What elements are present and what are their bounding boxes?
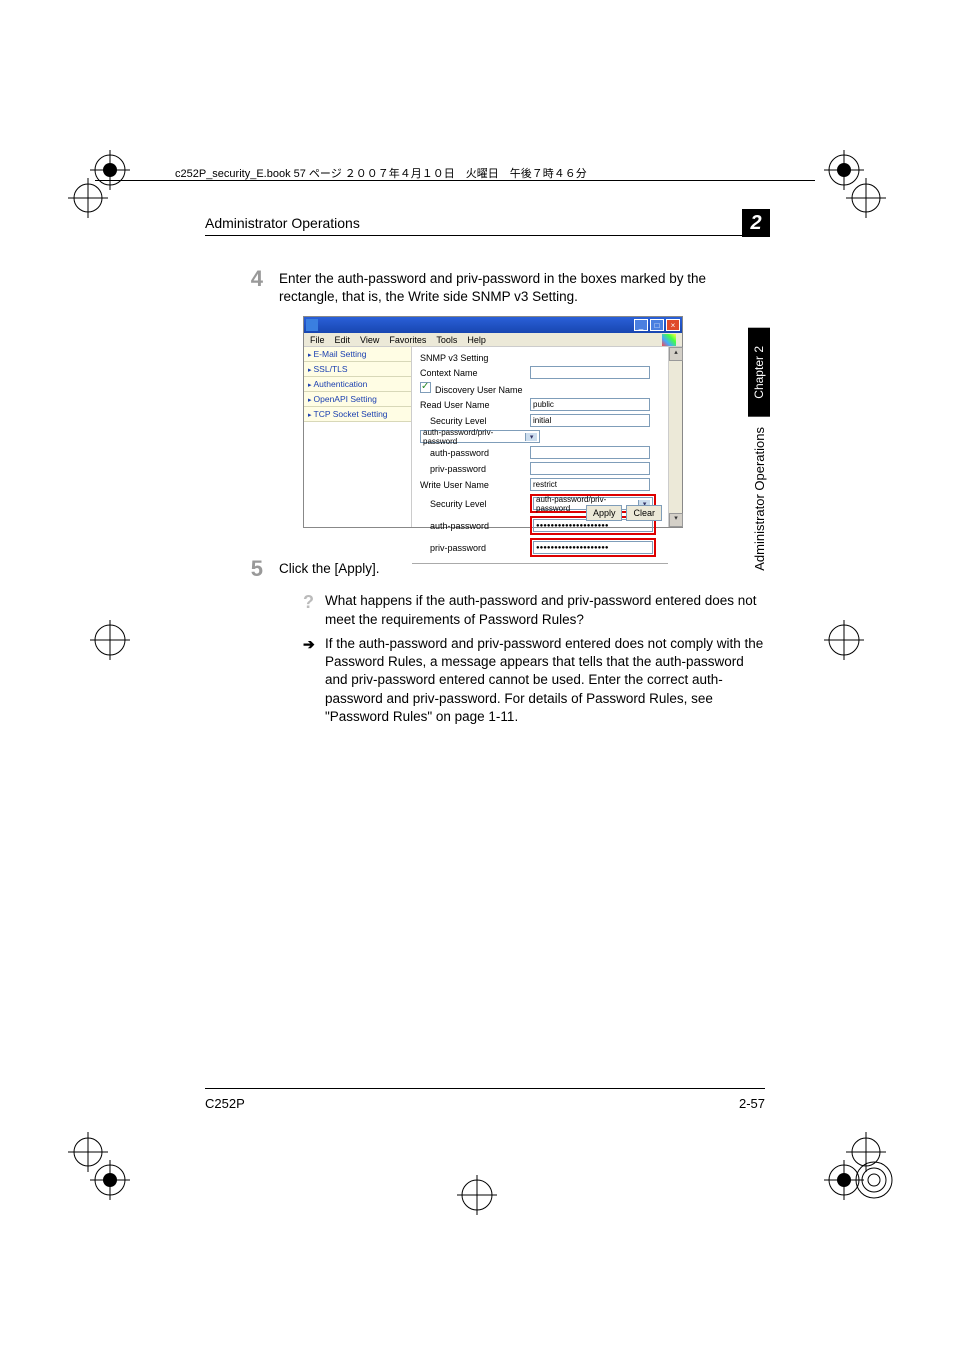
clear-button[interactable]: Clear: [626, 505, 662, 521]
discovery-checkbox[interactable]: [420, 382, 431, 393]
answer-row: ➔ If the auth-password and priv-password…: [303, 635, 765, 726]
windows-logo-icon: [662, 334, 676, 346]
arrow-right-icon: ➔: [303, 635, 325, 726]
header-rule: [95, 180, 815, 181]
crop-mark-icon: [68, 178, 108, 218]
sidebar-item-email[interactable]: E-Mail Setting: [304, 347, 411, 362]
read-user-input[interactable]: public: [530, 398, 650, 411]
side-tab-chapter: Chapter 2: [748, 328, 770, 417]
window-titlebar: _ □ ×: [304, 317, 682, 333]
label-discovery-user: Discovery User Name: [420, 382, 530, 395]
form-title: SNMP v3 Setting: [420, 353, 530, 363]
step-number: 5: [205, 556, 279, 582]
title-rule: [205, 235, 765, 236]
page-title: Administrator Operations: [205, 215, 765, 231]
menu-help[interactable]: Help: [467, 335, 486, 345]
crop-mark-icon: [846, 178, 886, 218]
sidebar: E-Mail Setting SSL/TLS Authentication Op…: [304, 347, 412, 527]
footer-page: 2-57: [739, 1096, 765, 1111]
write-user-input[interactable]: restrict: [530, 478, 650, 491]
step-4: 4 Enter the auth-password and priv-passw…: [205, 266, 765, 306]
label-security-level: Security Level: [420, 416, 530, 426]
answer-text: If the auth-password and priv-password e…: [325, 635, 765, 726]
footer-rule: [205, 1088, 765, 1089]
menu-tools[interactable]: Tools: [436, 335, 457, 345]
scrollbar[interactable]: ▴ ▾: [668, 347, 682, 527]
scroll-down-icon[interactable]: ▾: [669, 513, 683, 527]
close-button[interactable]: ×: [666, 319, 680, 331]
label-write-user: Write User Name: [420, 480, 530, 490]
divider: [412, 563, 668, 564]
sidebar-item-auth[interactable]: Authentication: [304, 377, 411, 392]
ie-icon: [306, 319, 318, 331]
crop-mark-icon: [68, 1132, 108, 1172]
label-security-level-2: Security Level: [420, 499, 530, 509]
label-read-user: Read User Name: [420, 400, 530, 410]
print-header: c252P_security_E.book 57 ページ ２００７年４月１０日 …: [175, 165, 587, 181]
step-text: Click the [Apply].: [279, 556, 765, 582]
step-text: Enter the auth-password and priv-passwor…: [279, 266, 765, 306]
question-mark-icon: ?: [303, 592, 325, 628]
form-panel: SNMP v3 Setting Context Name Discovery U…: [412, 347, 682, 527]
crop-mark-icon: [854, 1160, 894, 1200]
crop-mark-icon: [457, 1175, 497, 1215]
label-priv-pw-2: priv-password: [420, 543, 530, 553]
label-context-name: Context Name: [420, 368, 530, 378]
label-auth-pw: auth-password: [420, 448, 530, 458]
label-auth-pw-2: auth-password: [420, 521, 530, 531]
apply-button[interactable]: Apply: [586, 505, 623, 521]
maximize-button[interactable]: □: [650, 319, 664, 331]
step-5: 5 Click the [Apply].: [205, 556, 765, 582]
question-text: What happens if the auth-password and pr…: [325, 592, 765, 628]
side-tab: Chapter 2 Administrator Operations: [748, 328, 772, 582]
menu-edit[interactable]: Edit: [335, 335, 351, 345]
sidebar-item-ssltls[interactable]: SSL/TLS: [304, 362, 411, 377]
read-security-level-select[interactable]: auth-password/priv-password▾: [420, 430, 540, 443]
menu-file[interactable]: File: [310, 335, 325, 345]
label-priv-pw: priv-password: [420, 464, 530, 474]
side-tab-label: Administrator Operations: [748, 427, 771, 583]
minimize-button[interactable]: _: [634, 319, 648, 331]
crop-mark-icon: [90, 620, 130, 660]
footer: C252P 2-57: [205, 1096, 765, 1111]
question-row: ? What happens if the auth-password and …: [303, 592, 765, 628]
sidebar-item-tcpsocket[interactable]: TCP Socket Setting: [304, 407, 411, 422]
footer-model: C252P: [205, 1096, 245, 1111]
read-auth-pw-input[interactable]: [530, 446, 650, 459]
context-name-input[interactable]: [530, 366, 650, 379]
read-priv-pw-input[interactable]: [530, 462, 650, 475]
sidebar-item-openapi[interactable]: OpenAPI Setting: [304, 392, 411, 407]
menu-favorites[interactable]: Favorites: [389, 335, 426, 345]
scroll-up-icon[interactable]: ▴: [669, 347, 683, 361]
chevron-down-icon: ▾: [525, 433, 537, 441]
menu-view[interactable]: View: [360, 335, 379, 345]
chapter-number-box: 2: [742, 209, 770, 237]
browser-menubar: File Edit View Favorites Tools Help: [304, 333, 682, 347]
screenshot-browser-window: _ □ × File Edit View Favorites Tools Hel…: [303, 316, 683, 528]
step-number: 4: [205, 266, 279, 306]
write-priv-pw-input[interactable]: ●●●●●●●●●●●●●●●●●●●●: [533, 541, 653, 554]
read-initial-input[interactable]: initial: [530, 414, 650, 427]
crop-mark-icon: [824, 620, 864, 660]
